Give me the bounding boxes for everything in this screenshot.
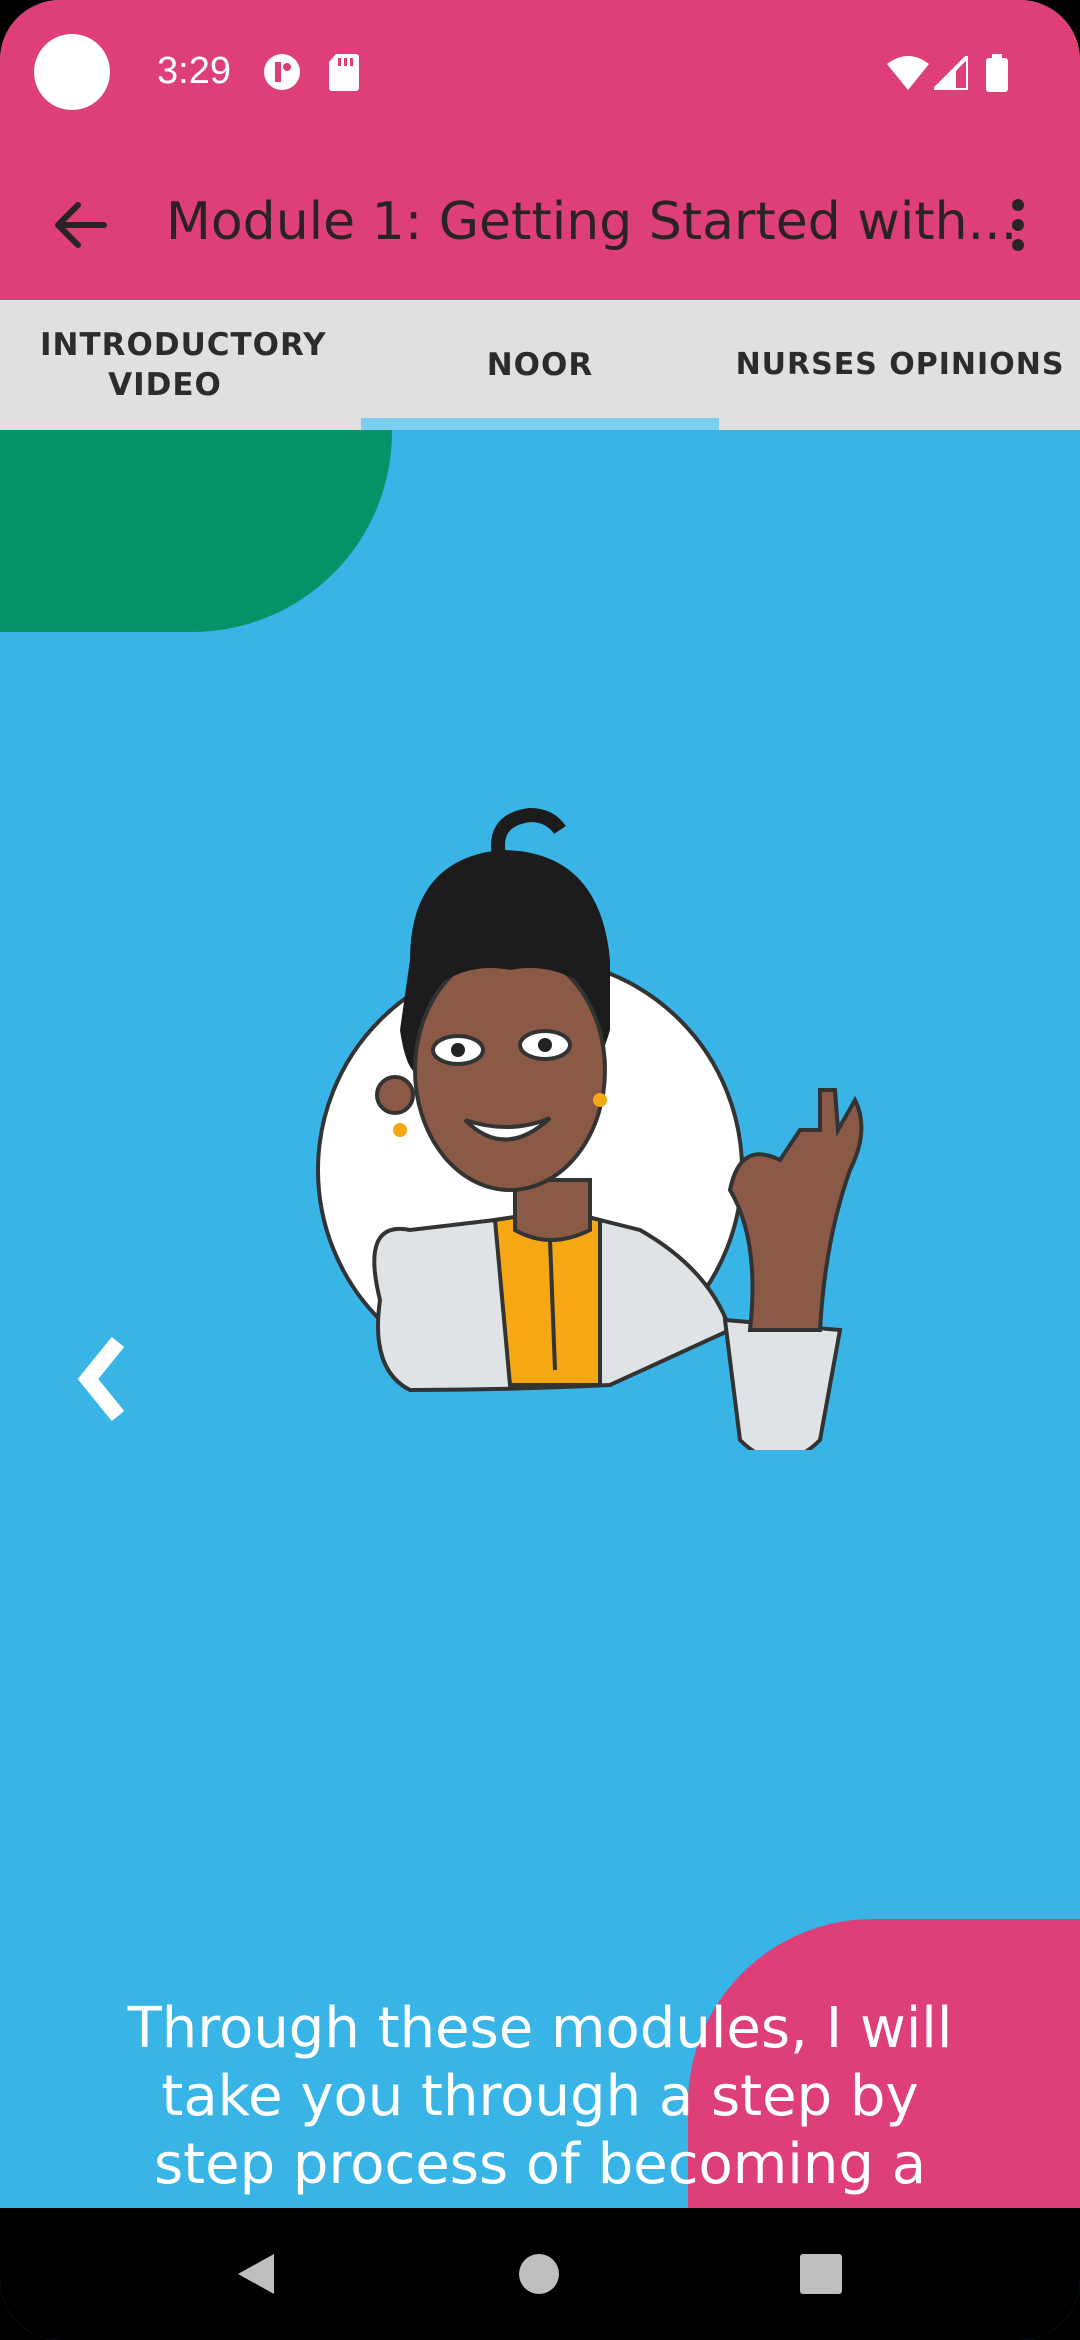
notification-app-icon bbox=[264, 54, 300, 90]
battery-icon bbox=[986, 54, 1008, 92]
status-time: 3:29 bbox=[157, 50, 231, 92]
signal-icon bbox=[934, 56, 968, 90]
slide-content: Through these modules, I will take you t… bbox=[0, 430, 1080, 2208]
waving-nurse-noor-illustration bbox=[316, 807, 864, 1450]
tab-indicator bbox=[361, 418, 719, 430]
chevron-left-icon[interactable] bbox=[74, 1334, 134, 1424]
status-bar: 3:29 bbox=[0, 0, 1080, 150]
more-vert-icon[interactable] bbox=[1000, 195, 1036, 255]
slide-caption: Through these modules, I will take you t… bbox=[127, 1996, 953, 2208]
tab-label: INTRODUCTORY VIDEO bbox=[40, 327, 327, 403]
arrow-back-icon[interactable] bbox=[50, 197, 110, 253]
tab-noor[interactable]: NOOR bbox=[361, 300, 719, 430]
wifi-icon bbox=[887, 56, 929, 90]
app-bar: Module 1: Getting Started with... bbox=[0, 150, 1080, 300]
system-nav-bar bbox=[0, 2208, 1080, 2340]
screen: 3:29 Module 1: Getting Started with... I… bbox=[0, 0, 1080, 2340]
recents-square-icon[interactable] bbox=[800, 2254, 842, 2294]
tab-label: NOOR bbox=[486, 347, 594, 383]
tab-bar: INTRODUCTORY VIDEO NOOR NURSES OPINIONS bbox=[0, 300, 1080, 430]
tab-introductory-video[interactable]: INTRODUCTORY VIDEO bbox=[0, 300, 330, 430]
page-title: Module 1: Getting Started with... bbox=[166, 192, 1018, 252]
home-circle-icon[interactable] bbox=[518, 2253, 560, 2295]
tab-nurses-opinions[interactable]: NURSES OPINIONS bbox=[720, 300, 1080, 430]
back-triangle-icon[interactable] bbox=[236, 2252, 276, 2296]
camera-cutout bbox=[34, 34, 110, 110]
tab-label: NURSES OPINIONS bbox=[735, 347, 1065, 382]
decorative-green-shape bbox=[0, 430, 392, 632]
sd-card-icon bbox=[329, 54, 359, 91]
